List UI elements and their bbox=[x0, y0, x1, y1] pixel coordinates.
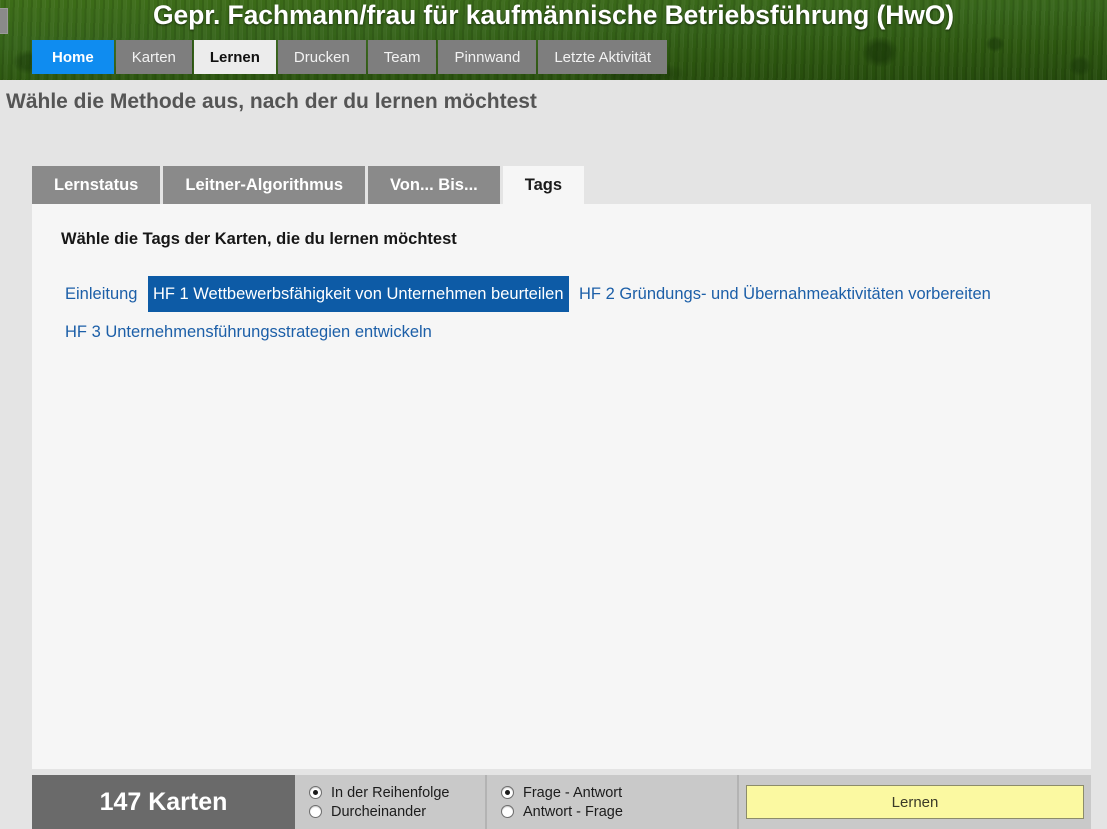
method-tab-von-bis[interactable]: Von... Bis... bbox=[368, 166, 500, 204]
tag-cloud: Einleitung HF 1 Wettbewerbsfähigkeit von… bbox=[60, 276, 1055, 352]
direction-option[interactable]: Antwort - Frage bbox=[501, 804, 737, 820]
site-header: Gepr. Fachmann/frau für kaufmännische Be… bbox=[0, 0, 1107, 80]
order-option[interactable]: In der Reihenfolge bbox=[309, 785, 485, 801]
content-area: Lernstatus Leitner-Algorithmus Von... Bis.… bbox=[0, 132, 1107, 829]
tags-panel: Wähle die Tags der Karten, die du lernen… bbox=[32, 204, 1091, 769]
nav-tab-team[interactable]: Team bbox=[367, 40, 437, 74]
radio-button-icon[interactable] bbox=[501, 786, 514, 799]
order-option-label: In der Reihenfolge bbox=[331, 784, 450, 801]
tag-link[interactable]: HF 3 Unternehmensführungsstrategien entw… bbox=[60, 314, 437, 350]
nav-tab-lernen[interactable]: Lernen bbox=[193, 40, 276, 74]
tag-link-selected[interactable]: HF 1 Wettbewerbsfähigkeit von Unternehme… bbox=[147, 276, 569, 312]
direction-radio-group: Frage - Antwort Antwort - Frage bbox=[487, 775, 739, 829]
nav-tab-pinnwand[interactable]: Pinnwand bbox=[438, 40, 537, 74]
method-tab-tags[interactable]: Tags bbox=[502, 166, 585, 204]
order-radio-group: In der Reihenfolge Durcheinander bbox=[295, 775, 487, 829]
learn-options-bar: 147 Karten In der Reihenfolge Durcheinand… bbox=[32, 775, 1091, 829]
radio-button-icon[interactable] bbox=[309, 805, 322, 818]
tag-link[interactable]: HF 2 Gründungs- und Übernahmeaktivitäten… bbox=[574, 276, 996, 312]
card-count: 147 Karten bbox=[32, 775, 295, 829]
radio-button-icon[interactable] bbox=[501, 805, 514, 818]
direction-option-label: Antwort - Frage bbox=[523, 803, 623, 820]
method-tab-lernstatus[interactable]: Lernstatus bbox=[32, 166, 161, 204]
nav-tab-drucken[interactable]: Drucken bbox=[277, 40, 366, 74]
tag-link[interactable]: Einleitung bbox=[60, 276, 142, 312]
direction-option-label: Frage - Antwort bbox=[523, 784, 623, 801]
nav-tab-karten[interactable]: Karten bbox=[115, 40, 192, 74]
tags-panel-title: Wähle die Tags der Karten, die du lernen… bbox=[61, 230, 457, 248]
nav-tab-home[interactable]: Home bbox=[32, 40, 114, 74]
section-heading: Wähle die Methode aus, nach der du lerne… bbox=[6, 90, 537, 113]
nav-tab-letzte-aktivit-t[interactable]: Letzte Aktivität bbox=[538, 40, 668, 74]
submit-cell: Lernen bbox=[739, 775, 1091, 829]
primary-navigation: Home Karten Lernen Drucken Team Pinnwand Letzt… bbox=[32, 40, 668, 74]
direction-option[interactable]: Frage - Antwort bbox=[501, 785, 737, 801]
method-tab-leitner-algorithmus[interactable]: Leitner-Algorithmus bbox=[163, 166, 366, 204]
start-learning-button[interactable]: Lernen bbox=[746, 785, 1084, 819]
method-tab-strip: Lernstatus Leitner-Algorithmus Von... Bis.… bbox=[32, 166, 585, 204]
order-option-label: Durcheinander bbox=[331, 803, 427, 820]
radio-button-icon[interactable] bbox=[309, 786, 322, 799]
page-title: Gepr. Fachmann/frau für kaufmännische Be… bbox=[153, 0, 954, 30]
order-option[interactable]: Durcheinander bbox=[309, 804, 485, 820]
